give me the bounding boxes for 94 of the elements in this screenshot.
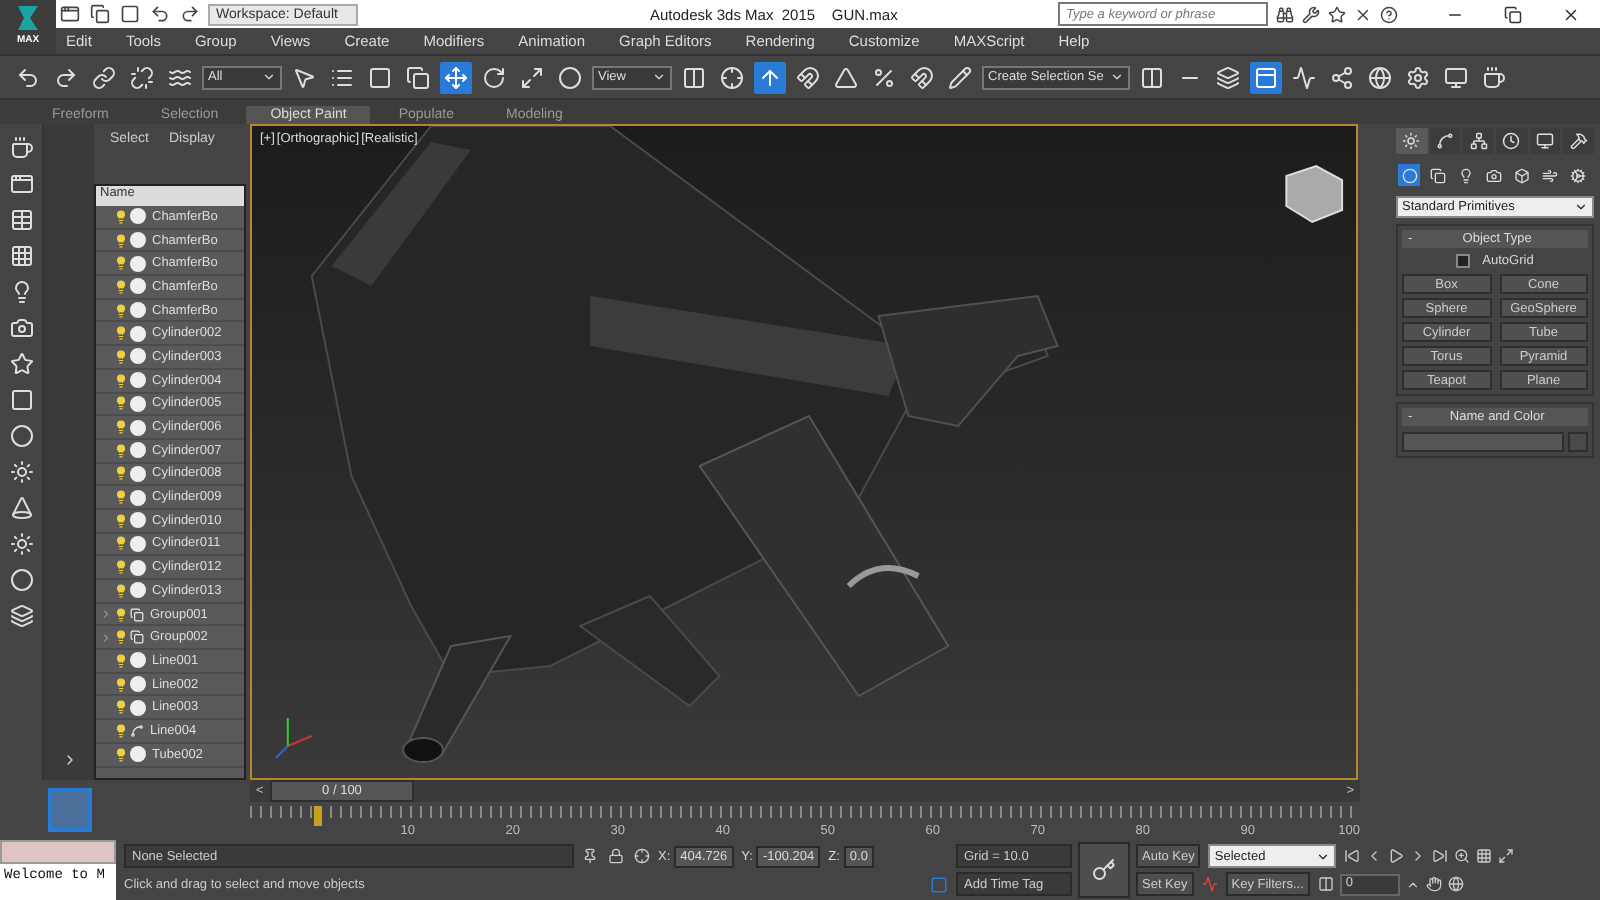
group-icon [130, 607, 144, 622]
lightbulb-icon[interactable] [114, 279, 128, 294]
panel-tab[interactable] [1429, 128, 1461, 154]
panel-tab[interactable] [1462, 128, 1495, 154]
lightbulb-icon[interactable] [114, 303, 128, 318]
sun-icon[interactable] [9, 460, 33, 484]
lightbulb-icon[interactable] [114, 653, 128, 668]
sphere-icon [1401, 167, 1417, 183]
sun-icon [1402, 132, 1421, 150]
clock-icon [1502, 132, 1521, 150]
redo-icon[interactable] [180, 4, 200, 24]
name-field[interactable] [1402, 432, 1564, 452]
lightbulb-icon[interactable] [114, 560, 128, 575]
lightbulb-icon[interactable] [114, 326, 128, 341]
key-button[interactable] [1078, 842, 1130, 898]
wrench-icon[interactable] [1302, 5, 1320, 23]
lightbulb-icon[interactable] [114, 513, 128, 528]
play-icon[interactable] [1388, 848, 1405, 864]
shapes-icon [1429, 167, 1445, 183]
color-swatch[interactable] [1568, 432, 1588, 452]
help-icon[interactable] [1380, 5, 1398, 23]
restore-icon[interactable] [1504, 5, 1522, 23]
camera-icon [1485, 167, 1501, 183]
curve-icon [1436, 132, 1454, 150]
pin-icon[interactable] [582, 848, 598, 864]
spinner-icon[interactable] [1405, 877, 1420, 891]
lightbulb-icon[interactable] [114, 723, 128, 738]
undo-icon[interactable] [150, 4, 170, 24]
lightbulb-icon[interactable] [114, 443, 128, 458]
monitor-icon [1536, 132, 1555, 150]
view-cube-icon[interactable] [1285, 164, 1344, 224]
star-icon[interactable] [1328, 5, 1346, 23]
script-input-field[interactable] [0, 840, 116, 864]
lightbulb-icon[interactable] [114, 490, 128, 505]
crosshair-icon[interactable] [634, 848, 650, 864]
lightbulb-icon[interactable] [114, 256, 128, 271]
category-button[interactable] [1566, 164, 1588, 186]
category-button[interactable] [1482, 164, 1504, 186]
lightbulb-icon[interactable] [114, 747, 128, 762]
helper-icon [1513, 167, 1529, 183]
square-icon[interactable] [9, 388, 33, 412]
lightbulb-icon[interactable] [114, 349, 128, 364]
pan-icon[interactable] [1425, 876, 1442, 892]
panel-tab[interactable] [1396, 128, 1428, 154]
layers-icon[interactable] [9, 604, 33, 628]
sphere-icon[interactable] [9, 568, 33, 592]
table-icon[interactable] [9, 208, 33, 232]
window-icon[interactable] [9, 172, 33, 196]
hierarchy-icon [1469, 132, 1488, 150]
light-icon[interactable] [9, 280, 33, 304]
lightbulb-icon[interactable] [114, 209, 128, 224]
close-icon[interactable] [1562, 5, 1580, 23]
shape-icon [130, 723, 144, 738]
grid-icon[interactable] [9, 244, 33, 268]
lightbulb-icon[interactable] [114, 420, 128, 435]
lightbulb-icon[interactable] [114, 700, 128, 715]
hammer-icon [1569, 132, 1588, 150]
zoom-extents-icon[interactable] [1498, 848, 1515, 864]
lightbulb-icon[interactable] [114, 233, 128, 248]
light-icon [1457, 167, 1473, 183]
lightbulb-icon[interactable] [114, 373, 128, 388]
go-to-start-icon[interactable] [1344, 848, 1361, 864]
zoom-icon[interactable] [1454, 848, 1471, 864]
lightbulb-icon[interactable] [114, 583, 128, 598]
axis-tripod-icon [274, 717, 313, 759]
wind-icon [1541, 167, 1557, 183]
category-button[interactable] [1538, 164, 1560, 186]
panel-tab[interactable] [1496, 128, 1528, 154]
cone-icon[interactable] [9, 496, 33, 520]
category-button[interactable] [1426, 164, 1448, 186]
autogrid-checkbox[interactable] [1456, 254, 1471, 268]
panel-tab[interactable] [1562, 128, 1595, 154]
lightbulb-icon[interactable] [114, 677, 128, 692]
lightbulb-icon[interactable] [114, 466, 128, 481]
object-icon [130, 746, 146, 763]
camera-icon[interactable] [9, 316, 33, 340]
orbit-icon[interactable] [1447, 876, 1464, 892]
panel-tab[interactable] [1529, 128, 1561, 154]
viewport-toggle-button[interactable] [48, 788, 92, 832]
category-button[interactable] [1510, 164, 1532, 186]
key-icon [1092, 858, 1116, 882]
group-icon [130, 630, 144, 645]
go-to-end-icon[interactable] [1432, 848, 1449, 864]
sun-icon[interactable] [9, 532, 33, 556]
lock-icon[interactable] [608, 848, 624, 864]
binoculars-icon[interactable] [1276, 5, 1294, 23]
lightbulb-icon[interactable] [114, 630, 128, 645]
lightbulb-icon[interactable] [114, 607, 128, 622]
frame-marker [314, 806, 322, 826]
cog-icon [1569, 167, 1585, 183]
zoom-all-icon[interactable] [1476, 848, 1493, 864]
lightbulb-icon[interactable] [114, 396, 128, 411]
category-button[interactable] [1398, 164, 1420, 186]
lightbulb-icon[interactable] [114, 536, 128, 551]
